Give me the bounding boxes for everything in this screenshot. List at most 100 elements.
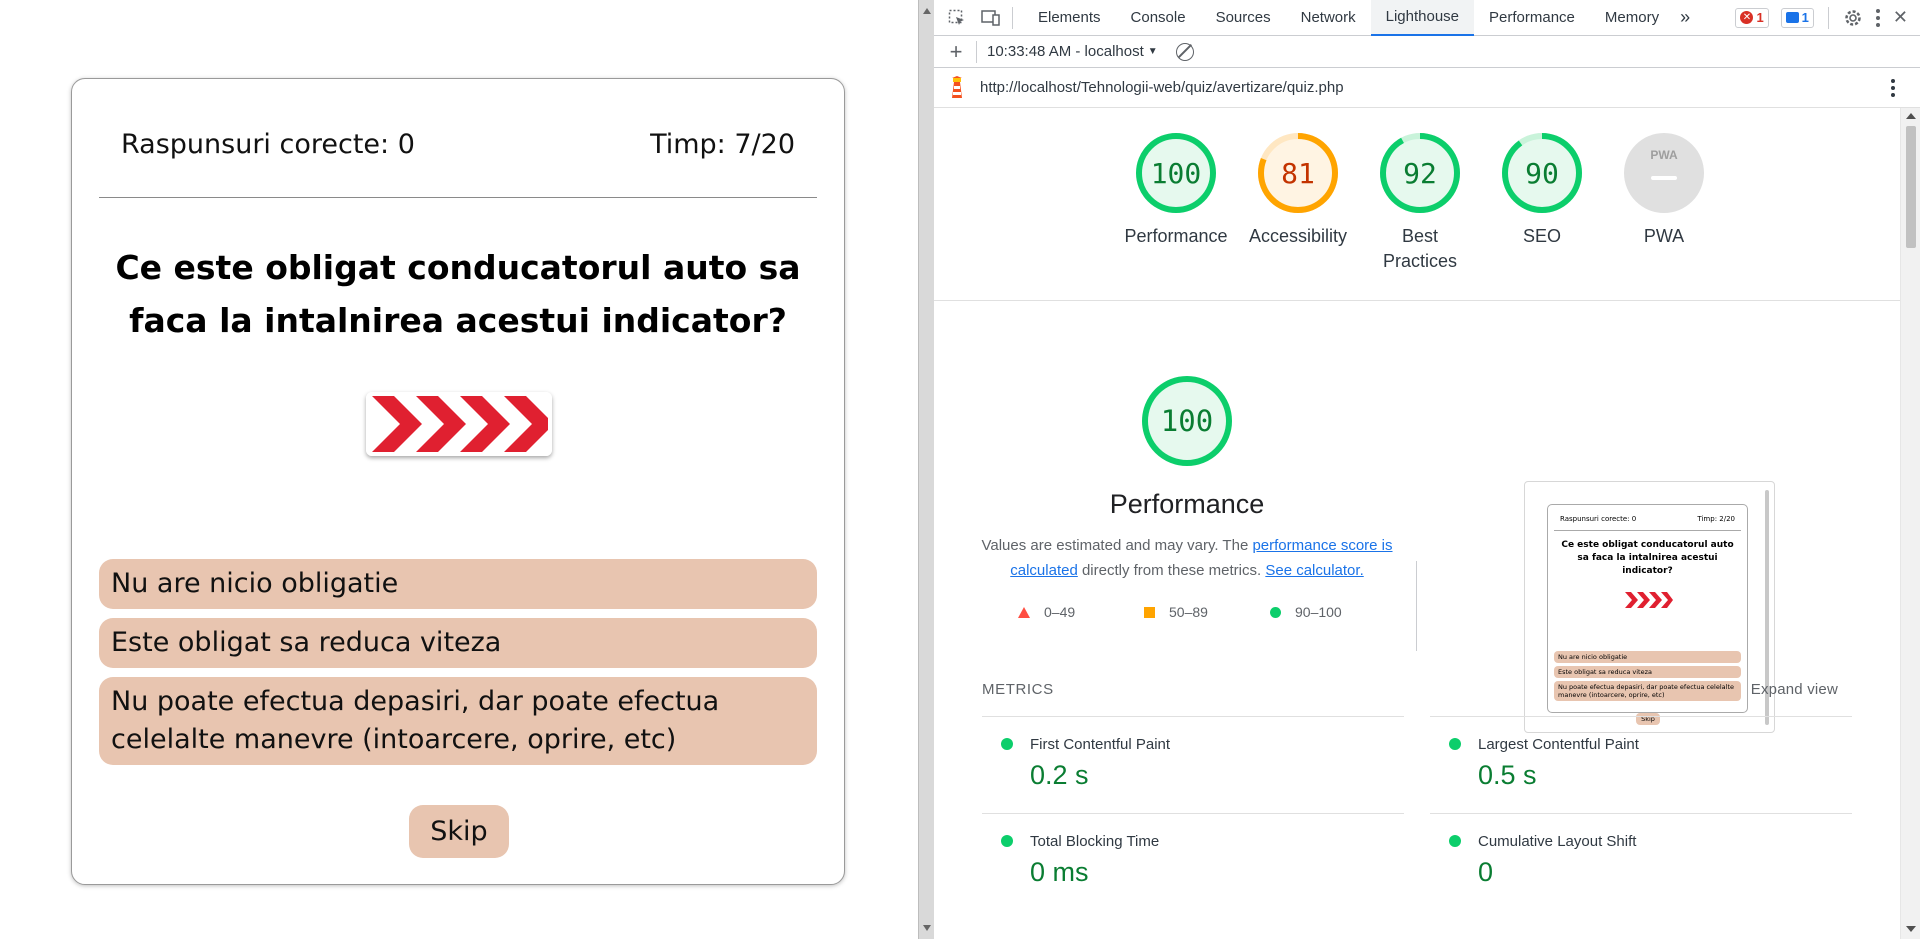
scroll-down-icon[interactable] (1906, 926, 1916, 932)
score-seo[interactable]: 90 SEO (1482, 132, 1602, 249)
scroll-down-icon[interactable] (923, 925, 931, 931)
quiz-stats: Raspunsuri corecte: 0 Timp: 7/20 (121, 129, 795, 160)
add-report-icon[interactable]: + (946, 39, 966, 65)
accessibility-label: Accessibility (1248, 226, 1348, 246)
error-badge[interactable]: ✕ 1 (1735, 7, 1769, 28)
report-url-bar: http://localhost/Tehnologii-web/quiz/ave… (934, 68, 1920, 108)
toolbar-separator (1012, 6, 1013, 29)
report-selector-label: 10:33:48 AM - localhost (987, 43, 1144, 60)
toolbar-separator (976, 40, 977, 63)
thumbnail-divider (1554, 530, 1741, 531)
error-count: 1 (1756, 10, 1764, 25)
metrics-label: METRICS (982, 681, 1054, 698)
score-performance[interactable]: 100 Performance (1116, 132, 1236, 249)
legend-pass: 90–100 (1270, 604, 1396, 620)
toolbar-separator (1827, 6, 1829, 29)
seo-label: SEO (1522, 226, 1561, 246)
pwa-gauge: PWA (1623, 132, 1705, 214)
thumbnail-time: Timp: 2/20 (1697, 515, 1735, 523)
report-url: http://localhost/Tehnologii-web/quiz/ave… (980, 79, 1344, 96)
answer-option-2[interactable]: Este obligat sa reduca viteza (99, 618, 817, 668)
tab-console[interactable]: Console (1116, 0, 1201, 36)
skip-button[interactable]: Skip (409, 805, 509, 858)
scroll-up-icon[interactable] (1906, 113, 1916, 119)
expand-view-button[interactable]: Expand view (1751, 681, 1838, 698)
message-count: 1 (1801, 10, 1809, 25)
answer-list: Nu are nicio obligatie Este obligat sa r… (99, 559, 817, 774)
legend-pass-label: 90–100 (1295, 604, 1342, 620)
scrollbar-thumb[interactable] (1906, 126, 1916, 248)
message-badge[interactable]: 1 (1780, 7, 1814, 28)
chevron-sign-icon (366, 392, 552, 456)
score-summary: 100 Performance 81 Accessibility 92 Best… (934, 108, 1900, 301)
tab-elements[interactable]: Elements (1023, 0, 1116, 36)
seo-gauge: 90 (1501, 132, 1583, 214)
metric-fcp: First Contentful Paint 0.2 s (982, 716, 1404, 813)
divider (99, 197, 817, 198)
tab-sources[interactable]: Sources (1201, 0, 1286, 36)
pwa-label: PWA (1643, 226, 1685, 246)
message-icon (1785, 12, 1799, 23)
toolbar-right: ✕ 1 1 ✕ (1735, 6, 1920, 29)
clear-icon[interactable] (1175, 42, 1194, 61)
url-more-options-icon[interactable] (1890, 78, 1896, 97)
legend-fail-label: 0–49 (1044, 604, 1076, 620)
tab-lighthouse[interactable]: Lighthouse (1370, 0, 1475, 36)
accessibility-gauge: 81 (1257, 132, 1339, 214)
best-practices-gauge: 92 (1379, 132, 1461, 214)
performance-label: Performance (1124, 226, 1228, 246)
tab-performance[interactable]: Performance (1474, 0, 1590, 36)
answer-option-3[interactable]: Nu poate efectua depasiri, dar poate efe… (99, 677, 817, 765)
best-practices-score: 92 (1403, 156, 1437, 190)
pass-circle-icon (1449, 835, 1461, 847)
correct-answers-count: Raspunsuri corecte: 0 (121, 129, 415, 160)
pass-circle-icon (1001, 835, 1013, 847)
note-mid: directly from these metrics. (1077, 562, 1266, 579)
see-calculator-link[interactable]: See calculator. (1265, 562, 1363, 579)
inspect-element-icon[interactable] (946, 7, 968, 29)
tab-network[interactable]: Network (1286, 0, 1371, 36)
answer-option-1[interactable]: Nu are nicio obligatie (99, 559, 817, 609)
lighthouse-report: 100 Performance 81 Accessibility 92 Best… (934, 108, 1900, 939)
question-text: Ce este obligat conducatorul auto sa fac… (115, 248, 801, 340)
performance-big-score: 100 (1160, 404, 1214, 438)
lighthouse-icon (948, 75, 966, 100)
score-best-practices[interactable]: 92 Best Practices (1360, 132, 1480, 274)
legend-fail: 0–49 (1018, 604, 1144, 620)
scroll-up-icon[interactable] (923, 8, 931, 14)
note-prefix: Values are estimated and may vary. The (981, 537, 1253, 554)
metric-name: Largest Contentful Paint (1478, 736, 1639, 753)
report-selector[interactable]: 10:33:48 AM - localhost ▼ (987, 43, 1158, 60)
devtools-splitter[interactable] (918, 0, 934, 939)
quiz-page: Raspunsuri corecte: 0 Timp: 7/20 Ce este… (0, 0, 918, 939)
more-options-icon[interactable] (1875, 8, 1881, 27)
metric-name: Cumulative Layout Shift (1478, 833, 1637, 850)
accessibility-score: 81 (1281, 156, 1315, 190)
lighthouse-toolbar: + 10:33:48 AM - localhost ▼ (934, 36, 1920, 68)
pwa-badge-text: PWA (1650, 148, 1678, 162)
metric-tbt: Total Blocking Time 0 ms (982, 813, 1404, 910)
performance-section: 100 Performance Values are estimated and… (934, 301, 1900, 733)
tab-memory[interactable]: Memory (1590, 0, 1674, 36)
settings-gear-icon[interactable] (1843, 8, 1863, 28)
device-toolbar-icon[interactable] (980, 7, 1002, 29)
metric-name: First Contentful Paint (1030, 736, 1171, 753)
error-icon: ✕ (1740, 11, 1754, 24)
pass-circle-icon (1001, 738, 1013, 750)
thumbnail-correct: Raspunsuri corecte: 0 (1560, 515, 1637, 523)
score-accessibility[interactable]: 81 Accessibility (1238, 132, 1358, 249)
devtools-panel: Elements Console Sources Network Lightho… (934, 0, 1920, 939)
metrics-header: METRICS Expand view (982, 681, 1838, 698)
more-tabs-icon[interactable]: » (1674, 0, 1696, 36)
metric-value: 0.2 s (1030, 760, 1089, 790)
chevron-sign-image (366, 392, 552, 456)
metric-value: 0 ms (1030, 857, 1089, 887)
score-pwa[interactable]: PWA PWA (1604, 132, 1724, 249)
quiz-card: Raspunsuri corecte: 0 Timp: 7/20 Ce este… (71, 78, 845, 885)
close-icon[interactable]: ✕ (1893, 7, 1908, 28)
report-scrollbar[interactable] (1900, 108, 1920, 939)
thumbnail-question: Ce este obligat conducatorul auto sa fac… (1561, 540, 1734, 576)
metrics-section: METRICS Expand view First Contentful Pai… (934, 661, 1900, 939)
seo-score: 90 (1525, 156, 1559, 190)
performance-title: Performance (1109, 489, 1265, 519)
